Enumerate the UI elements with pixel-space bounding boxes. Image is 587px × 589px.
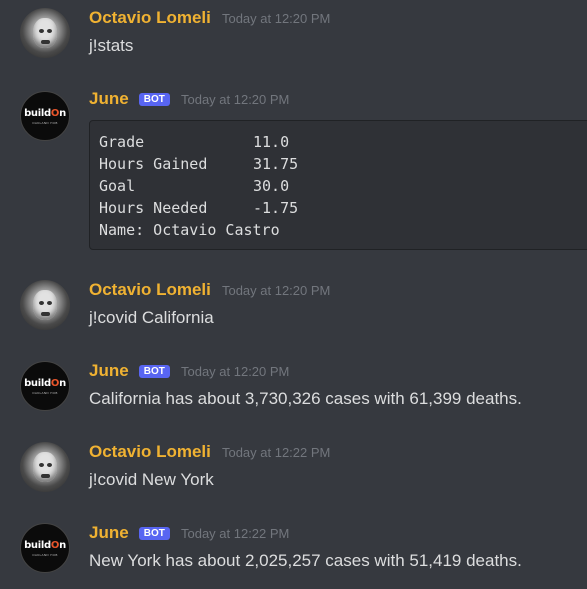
user-avatar-icon[interactable] xyxy=(20,442,70,492)
buildon-logo-icon[interactable]: buildOn OAKLAND HUB xyxy=(20,91,70,141)
code-row: Hours Needed -1.75 xyxy=(99,197,587,219)
bot-badge: BOT xyxy=(138,93,170,106)
username[interactable]: June xyxy=(89,89,129,108)
message-text: New York has about 2,025,257 cases with … xyxy=(89,551,522,570)
message-header: Octavio Lomeli Today at 12:20 PM xyxy=(89,280,330,300)
message-text: j!covid New York xyxy=(89,470,214,489)
message-header: Octavio Lomeli Today at 12:20 PM xyxy=(89,8,330,28)
code-value: 11.0 xyxy=(253,133,290,151)
bot-badge: BOT xyxy=(138,365,170,378)
code-key: Hours Needed xyxy=(99,199,208,217)
message-text: j!stats xyxy=(89,36,134,55)
code-key: Hours Gained xyxy=(99,155,208,173)
code-row: Name: Octavio Castro xyxy=(99,221,280,239)
code-block: Grade 11.0 Hours Gained 31.75 Goal 30.0 Hours … xyxy=(89,120,587,250)
message: Octavio Lomeli Today at 12:22 PM j!covid… xyxy=(0,436,587,506)
timestamp: Today at 12:22 PM xyxy=(221,445,331,460)
message: Octavio Lomeli Today at 12:20 PM j!covid… xyxy=(0,274,587,344)
message-header: Octavio Lomeli Today at 12:22 PM xyxy=(89,442,330,462)
code-row: Hours Gained 31.75 xyxy=(99,153,587,175)
message-header: June BOT Today at 12:20 PM xyxy=(89,361,289,381)
message-text: j!covid California xyxy=(89,308,214,327)
username[interactable]: Octavio Lomeli xyxy=(89,280,211,299)
timestamp: Today at 12:20 PM xyxy=(180,364,290,379)
timestamp: Today at 12:20 PM xyxy=(221,11,331,26)
message-header: June BOT Today at 12:20 PM xyxy=(89,89,289,109)
username[interactable]: June xyxy=(89,523,129,542)
code-value: 31.75 xyxy=(253,155,299,173)
timestamp: Today at 12:20 PM xyxy=(221,283,331,298)
code-key: Grade xyxy=(99,133,145,151)
username[interactable]: June xyxy=(89,361,129,380)
timestamp: Today at 12:22 PM xyxy=(180,526,290,541)
username[interactable]: Octavio Lomeli xyxy=(89,8,211,27)
code-row: Grade 11.0 xyxy=(99,131,587,153)
user-avatar-icon[interactable] xyxy=(20,280,70,330)
user-avatar-icon[interactable] xyxy=(20,8,70,58)
message: Octavio Lomeli Today at 12:20 PM j!stats xyxy=(0,2,587,72)
code-value: 30.0 xyxy=(253,177,290,195)
buildon-logo-icon[interactable]: buildOn OAKLAND HUB xyxy=(20,523,70,573)
bot-badge: BOT xyxy=(138,527,170,540)
message-text: California has about 3,730,326 cases wit… xyxy=(89,389,522,408)
message: buildOn OAKLAND HUB June BOT Today at 12… xyxy=(0,355,587,425)
message: buildOn OAKLAND HUB June BOT Today at 12… xyxy=(0,517,587,587)
timestamp: Today at 12:20 PM xyxy=(180,92,290,107)
username[interactable]: Octavio Lomeli xyxy=(89,442,211,461)
code-value: -1.75 xyxy=(253,199,299,217)
code-row: Goal 30.0 xyxy=(99,175,587,197)
message-header: June BOT Today at 12:22 PM xyxy=(89,523,289,543)
code-key: Goal xyxy=(99,177,136,195)
buildon-logo-icon[interactable]: buildOn OAKLAND HUB xyxy=(20,361,70,411)
